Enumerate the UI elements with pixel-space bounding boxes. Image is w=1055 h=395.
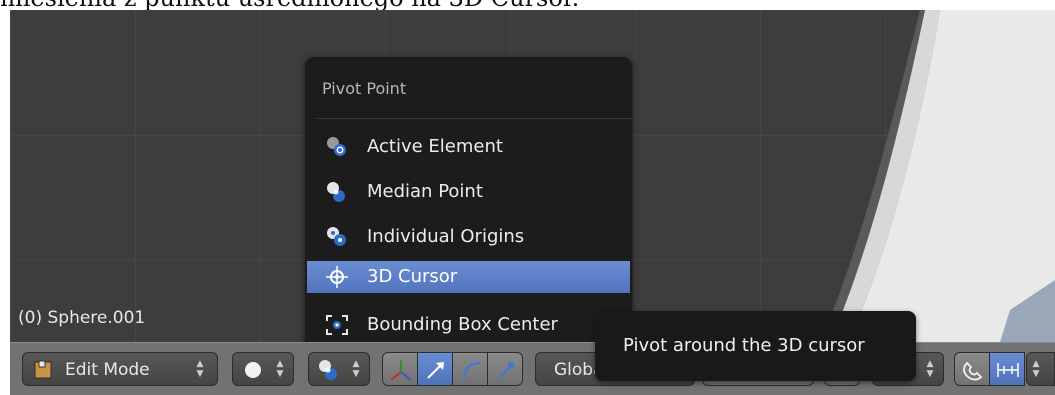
snap-element-button[interactable] [989,352,1025,386]
menu-item-label: Median Point [367,181,483,202]
menu-title: Pivot Point [322,79,407,98]
menu-item-label: 3D Cursor [367,266,458,287]
magnet-icon [963,361,983,381]
pivot-point-selector[interactable]: ▲ ▼ [308,352,370,386]
mode-label: Edit Mode [65,360,150,380]
cursor-3d-icon [326,266,348,288]
tooltip-text: Pivot around the 3D cursor [623,335,865,356]
pivot-point-menu: Pivot Point Active Element Median Point … [305,57,632,352]
menu-divider [317,118,632,119]
scale-manipulator-button[interactable] [487,352,523,386]
updown-arrows-icon: ▲▼ [276,359,284,379]
snap-increment-icon [997,363,1019,377]
rotate-arc-icon [462,361,481,380]
updown-arrows-icon: ▲▼ [1032,359,1040,379]
tooltip: Pivot around the 3D cursor [595,311,916,381]
viewport-shading-selector[interactable]: ▲ ▼ [232,352,294,386]
snap-target-selector[interactable]: ▲ ▼ [1026,352,1055,386]
solid-shading-icon [245,362,261,378]
rotate-manipulator-button[interactable] [452,352,488,386]
updown-arrows-icon: ▲▼ [196,359,204,379]
menu-item-bounding-box-center[interactable]: Bounding Box Center [307,309,630,341]
scale-handle-icon [498,362,514,379]
manipulator-toggle-button[interactable] [382,352,418,386]
menu-item-label: Bounding Box Center [367,314,558,335]
active-element-icon [327,137,346,156]
manipulator-axes-icon [390,360,412,381]
edit-mode-icon [34,360,52,379]
median-point-icon [327,182,345,202]
translate-manipulator-button[interactable] [417,352,453,386]
menu-item-median-point[interactable]: Median Point [307,176,630,208]
updown-arrows-icon: ▲▼ [926,359,934,379]
bounding-box-center-icon [326,315,348,335]
menu-item-label: Individual Origins [367,226,525,247]
menu-item-label: Active Element [367,136,503,157]
menu-item-active-element[interactable]: Active Element [307,131,630,163]
translate-arrow-icon [427,362,444,379]
mode-selector[interactable]: Edit Mode ▲ ▼ [22,352,218,386]
median-point-icon [319,360,337,380]
document-caption: miesienia z punktu uśrednionego na 3D Cu… [0,0,579,10]
individual-origins-icon [327,227,346,246]
snap-toggle-button[interactable] [954,352,990,386]
menu-item-3d-cursor[interactable]: 3D Cursor [307,261,630,293]
menu-item-individual-origins[interactable]: Individual Origins [307,221,630,253]
updown-arrows-icon: ▲▼ [352,359,360,379]
object-name-label: (0) Sphere.001 [18,308,146,328]
